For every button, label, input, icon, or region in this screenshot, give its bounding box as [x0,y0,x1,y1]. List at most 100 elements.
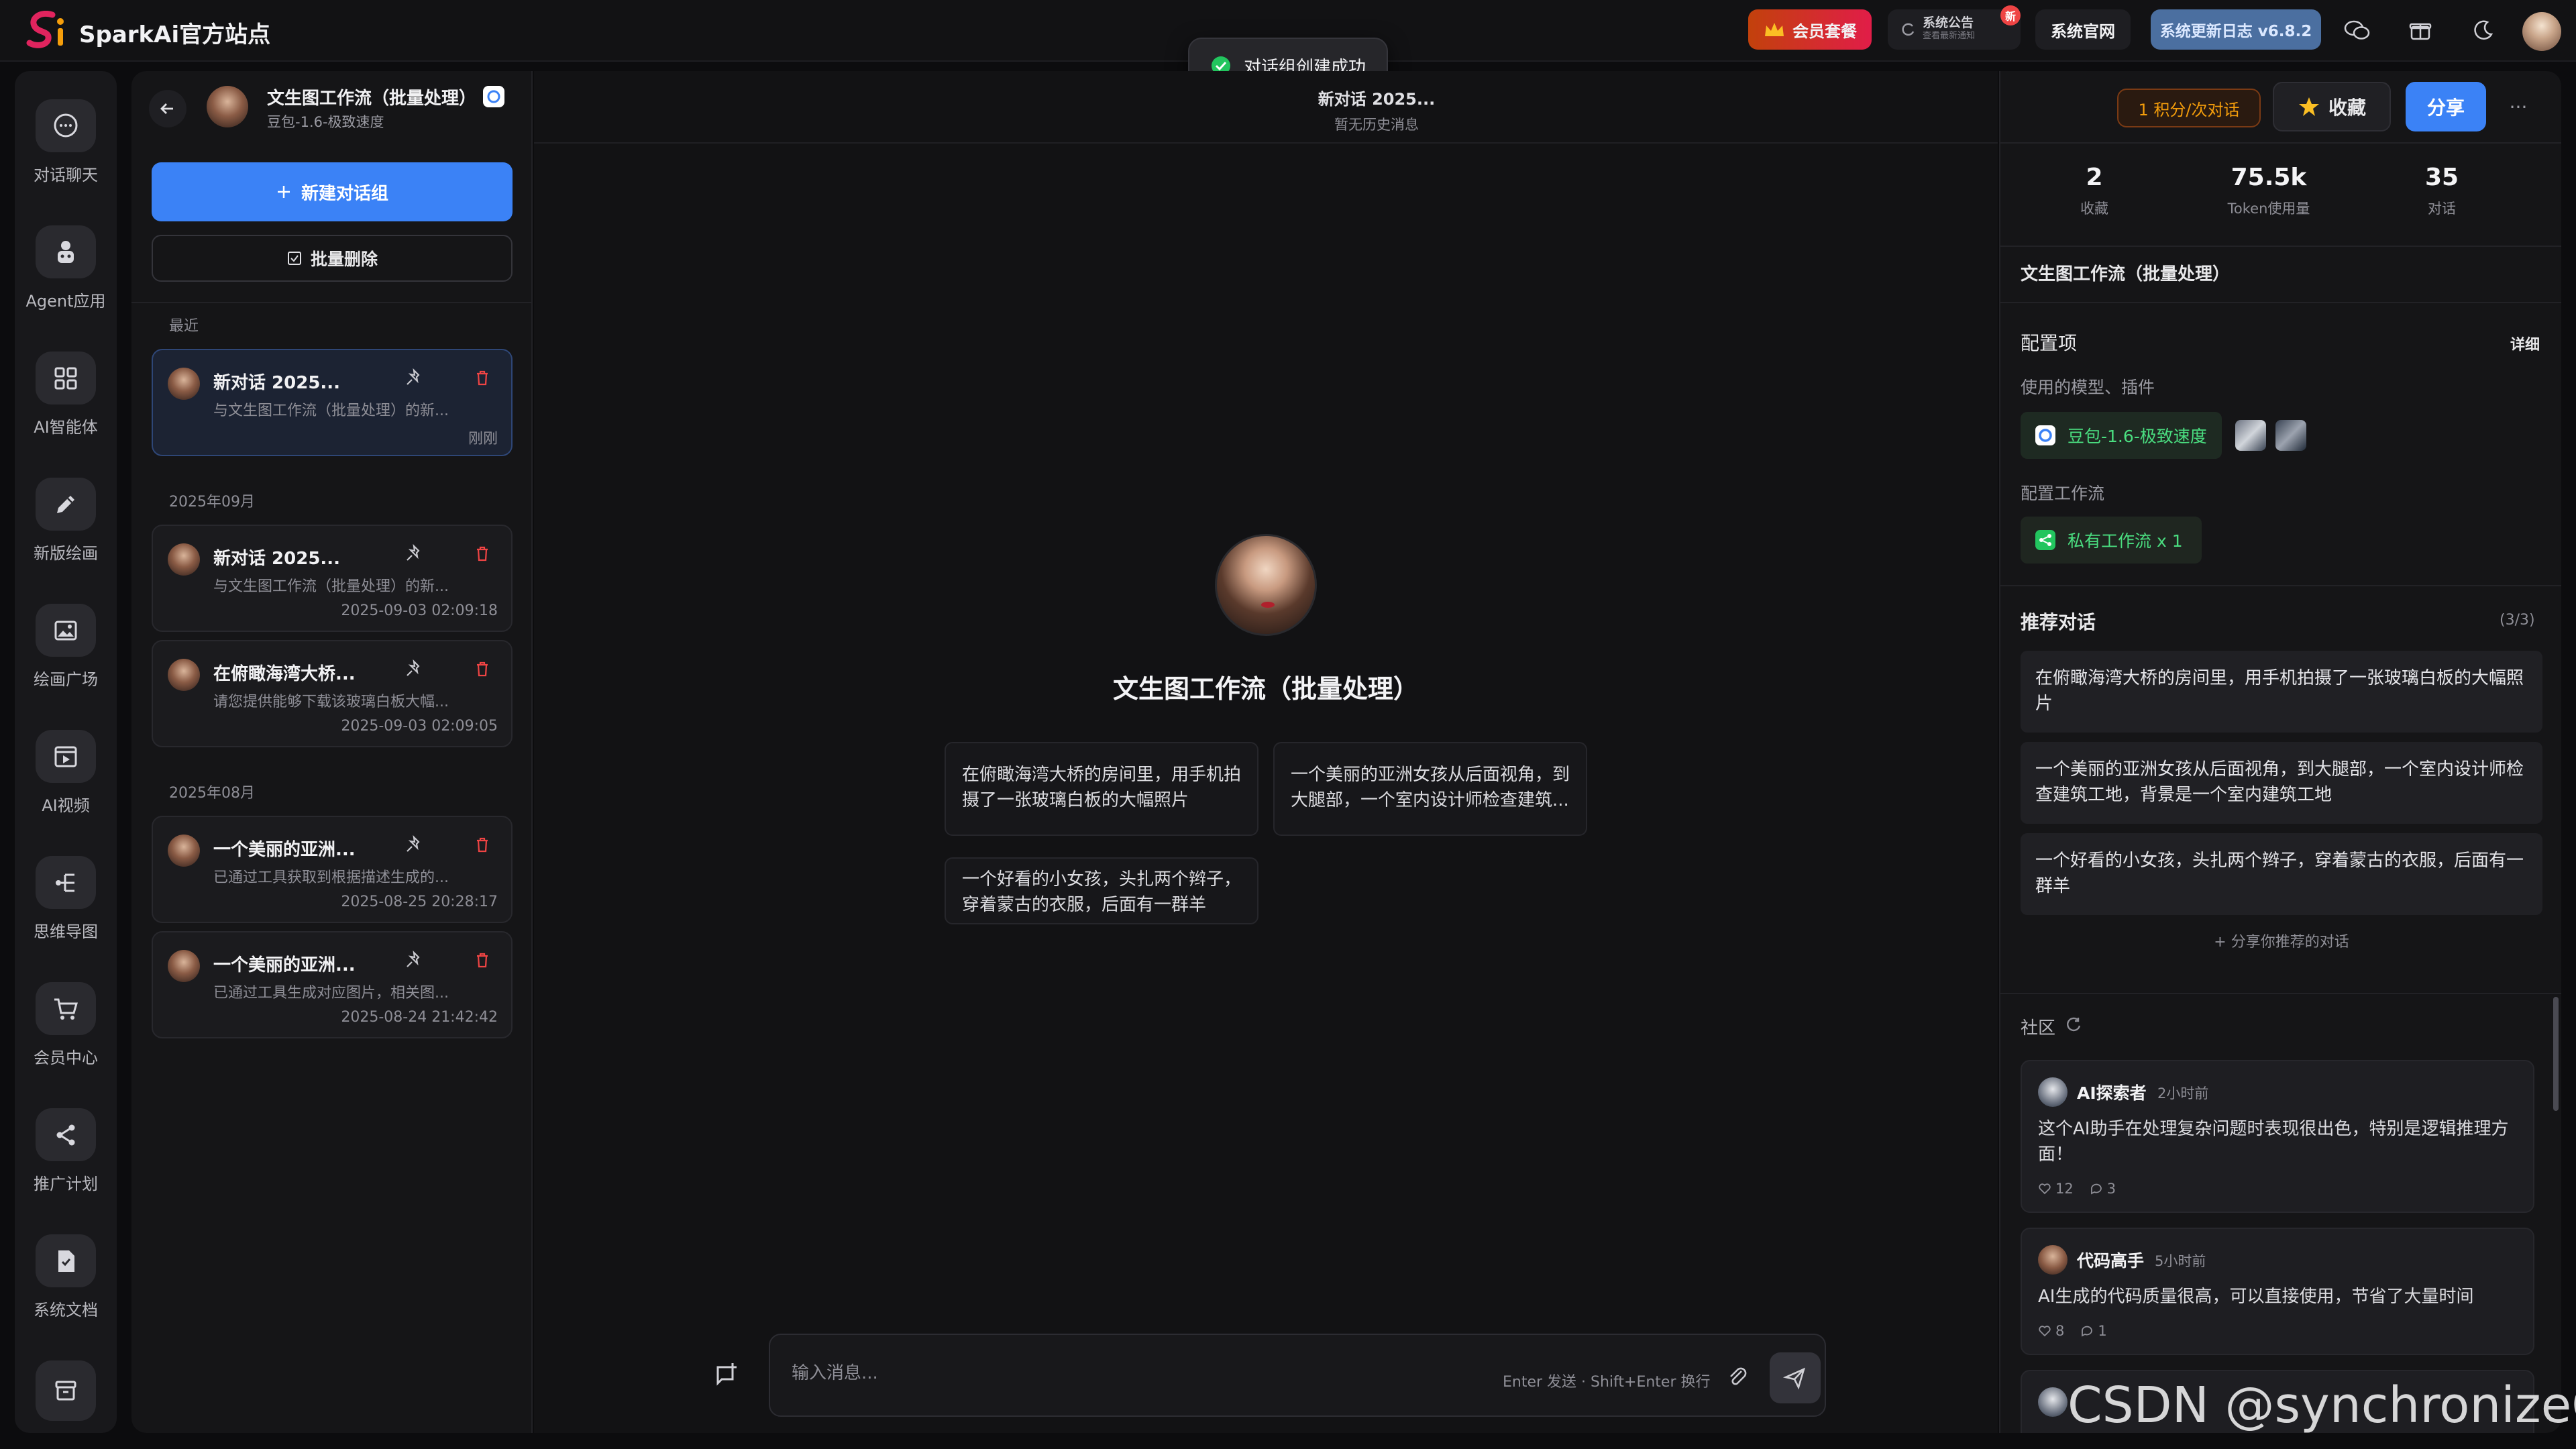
stat-favorites: 2 收藏 [2080,164,2108,217]
message-input[interactable]: 输入消息... [792,1359,878,1384]
nav-item-video[interactable]: AI视频 [15,702,117,816]
nav-item-docs[interactable]: 系统文档 [15,1206,117,1320]
trash-icon[interactable] [472,835,492,855]
batch-delete-button[interactable]: 批量删除 [152,235,513,282]
refresh-icon[interactable] [2065,1016,2082,1033]
model-chip[interactable]: 豆包-1.6-极致速度 [2021,412,2222,459]
group-label: 2025年09月 [169,494,255,511]
community-title: 社区 [2021,1018,2056,1038]
wechat-icon[interactable] [2339,12,2376,48]
suggestion-card[interactable]: 在俯瞰海湾大桥的房间里，用手机拍摄了一张玻璃白板的大幅照片 [945,742,1258,836]
plugin-icon[interactable] [2275,420,2306,451]
chat-header: 新对话 2025... 暂无历史消息 [534,71,1998,144]
app-avatar-large [1215,534,1317,636]
avatar [168,659,200,691]
workflow-label: 配置工作流 [2021,484,2105,503]
more-button[interactable]: ··· [2498,82,2538,131]
conversation-item[interactable]: 一个美丽的亚洲... 已通过工具获取到根据描述生成的... 2025-08-25… [152,816,513,923]
moon-icon[interactable] [2465,12,2502,48]
nav-item-new-drawing[interactable]: 新版绘画 [15,449,117,564]
checkbox-icon [286,250,303,266]
workflow-icon [2034,529,2057,551]
doc-icon [36,1234,96,1287]
gift-icon[interactable] [2402,12,2439,48]
avatar [2038,1077,2068,1107]
paperclip-icon[interactable] [1725,1364,1750,1389]
crown-icon [1763,20,1786,39]
model-logo-icon [2034,424,2057,447]
official-site-button[interactable]: 系统官网 [2035,9,2131,50]
grid-icon [36,352,96,405]
vip-button[interactable]: 会员套餐 [1748,9,1872,50]
plugin-icon[interactable] [2235,420,2266,451]
pen-icon [36,478,96,531]
recommend-count: (3/3) [2500,612,2535,629]
model-badge-icon [483,86,504,107]
stat-conversations: 35 对话 [2424,164,2459,217]
workflow-chip[interactable]: 私有工作流 x 1 [2021,517,2202,564]
app-model: 豆包-1.6-极致速度 [267,114,384,130]
archive-icon [36,1360,96,1421]
logo-icon[interactable] [23,11,70,51]
conversation-panel: 文生图工作流（批量处理） 豆包-1.6-极致速度 新建对话组 批量删除 最近 新… [131,71,533,1433]
share-recommend-link[interactable]: + 分享你推荐的对话 [2000,930,2561,951]
config-detail-link[interactable]: 详细 [2510,333,2540,354]
comment-count[interactable]: 3 [2090,1181,2116,1197]
recommend-item[interactable]: 一个好看的小女孩，头扎两个辫子，穿着蒙古的衣服，后面有一群羊 [2021,833,2542,915]
user-avatar[interactable] [2522,12,2561,51]
community-post[interactable]: 代码高手 5小时前 AI生成的代码质量很高，可以直接使用，节省了大量时间 8 1 [2021,1228,2534,1355]
conversation-item[interactable]: 在俯瞰海湾大桥... 请您提供能够下载该玻璃白板大幅... 2025-09-03… [152,640,513,747]
plus-icon [276,184,292,200]
like-count[interactable]: 8 [2038,1323,2064,1339]
nav-item-agent[interactable]: Agent应用 [15,197,117,311]
send-button[interactable] [1770,1352,1821,1403]
pin-icon[interactable] [404,659,424,679]
message-input-box[interactable]: 输入消息... Enter 发送 · Shift+Enter 换行 [769,1334,1826,1417]
suggestion-card[interactable]: 一个好看的小女孩，头扎两个辫子，穿着蒙古的衣服，后面有一群羊 [945,857,1258,924]
nav-item-member[interactable]: 会员中心 [15,954,117,1068]
pin-icon[interactable] [404,950,424,970]
conversation-item[interactable]: 一个美丽的亚洲... 已通过工具生成对应图片，相关图... 2025-08-24… [152,931,513,1038]
trash-icon[interactable] [472,368,492,388]
conversation-item[interactable]: 新对话 2025... 与文生图工作流（批量处理）的新... 2025-09-0… [152,525,513,632]
suggestion-card[interactable]: 一个美丽的亚洲女孩从后面视角，到大腿部，一个室内设计师检查建筑... [1273,742,1587,836]
trash-icon[interactable] [472,659,492,679]
pin-icon[interactable] [404,543,424,564]
nav-item-promotion[interactable]: 推广计划 [15,1080,117,1194]
pin-icon[interactable] [404,835,424,855]
cost-badge: 1 积分/次对话 [2117,89,2261,127]
scrollbar[interactable] [2553,997,2559,1111]
share-icon [36,1108,96,1161]
refresh-icon [1901,22,1916,37]
share-button[interactable]: 分享 [2406,82,2486,131]
brand-name[interactable]: SparkAi官方站点 [79,16,270,49]
conversation-item[interactable]: 新对话 2025... 与文生图工作流（批量处理）的新... 刚刚 [152,349,513,456]
nav-item-chat[interactable]: 对话聊天 [15,71,117,185]
chat-area: 新对话 2025... 暂无历史消息 文生图工作流（批量处理） 在俯瞰海湾大桥的… [534,71,1998,1433]
recommend-item[interactable]: 一个美丽的亚洲女孩从后面视角，到大腿部，一个室内设计师检查建筑工地，背景是一个室… [2021,742,2542,824]
avatar [2038,1245,2068,1275]
new-chat-icon[interactable] [712,1359,742,1389]
cart-icon [36,982,96,1035]
main-nav: 对话聊天 Agent应用 AI智能体 新版绘画 绘画广场 AI视频 思维导图 会… [15,71,117,1433]
nav-item-mindmap[interactable]: 思维导图 [15,828,117,942]
recommend-item[interactable]: 在俯瞰海湾大桥的房间里，用手机拍摄了一张玻璃白板的大幅照片 [2021,651,2542,733]
nav-item-gallery[interactable]: 绘画广场 [15,576,117,690]
like-count[interactable]: 12 [2038,1181,2074,1197]
nav-item-ai-agent[interactable]: AI智能体 [15,323,117,437]
community-post[interactable]: AI探索者 2小时前 这个AI助手在处理复杂问题时表现很出色，特别是逻辑推理方面… [2021,1060,2534,1213]
changelog-button[interactable]: 系统更新日志 v6.8.2 [2151,9,2321,50]
trash-icon[interactable] [472,950,492,970]
send-icon [1782,1365,1808,1391]
trash-icon[interactable] [472,543,492,564]
pin-icon[interactable] [404,368,424,388]
info-panel: 1 积分/次对话 收藏 分享 ··· 2 收藏 75.5k Token使用量 3… [1999,71,2561,1433]
comment-count[interactable]: 1 [2080,1323,2107,1339]
back-button[interactable] [149,90,186,127]
conversation-title: 新对话 2025... [1318,90,1436,109]
input-hint: Enter 发送 · Shift+Enter 换行 [1503,1374,1711,1391]
divider [131,302,531,303]
new-group-button[interactable]: 新建对话组 [152,162,513,221]
nav-item-more[interactable] [15,1332,117,1433]
favorite-button[interactable]: 收藏 [2273,82,2391,131]
